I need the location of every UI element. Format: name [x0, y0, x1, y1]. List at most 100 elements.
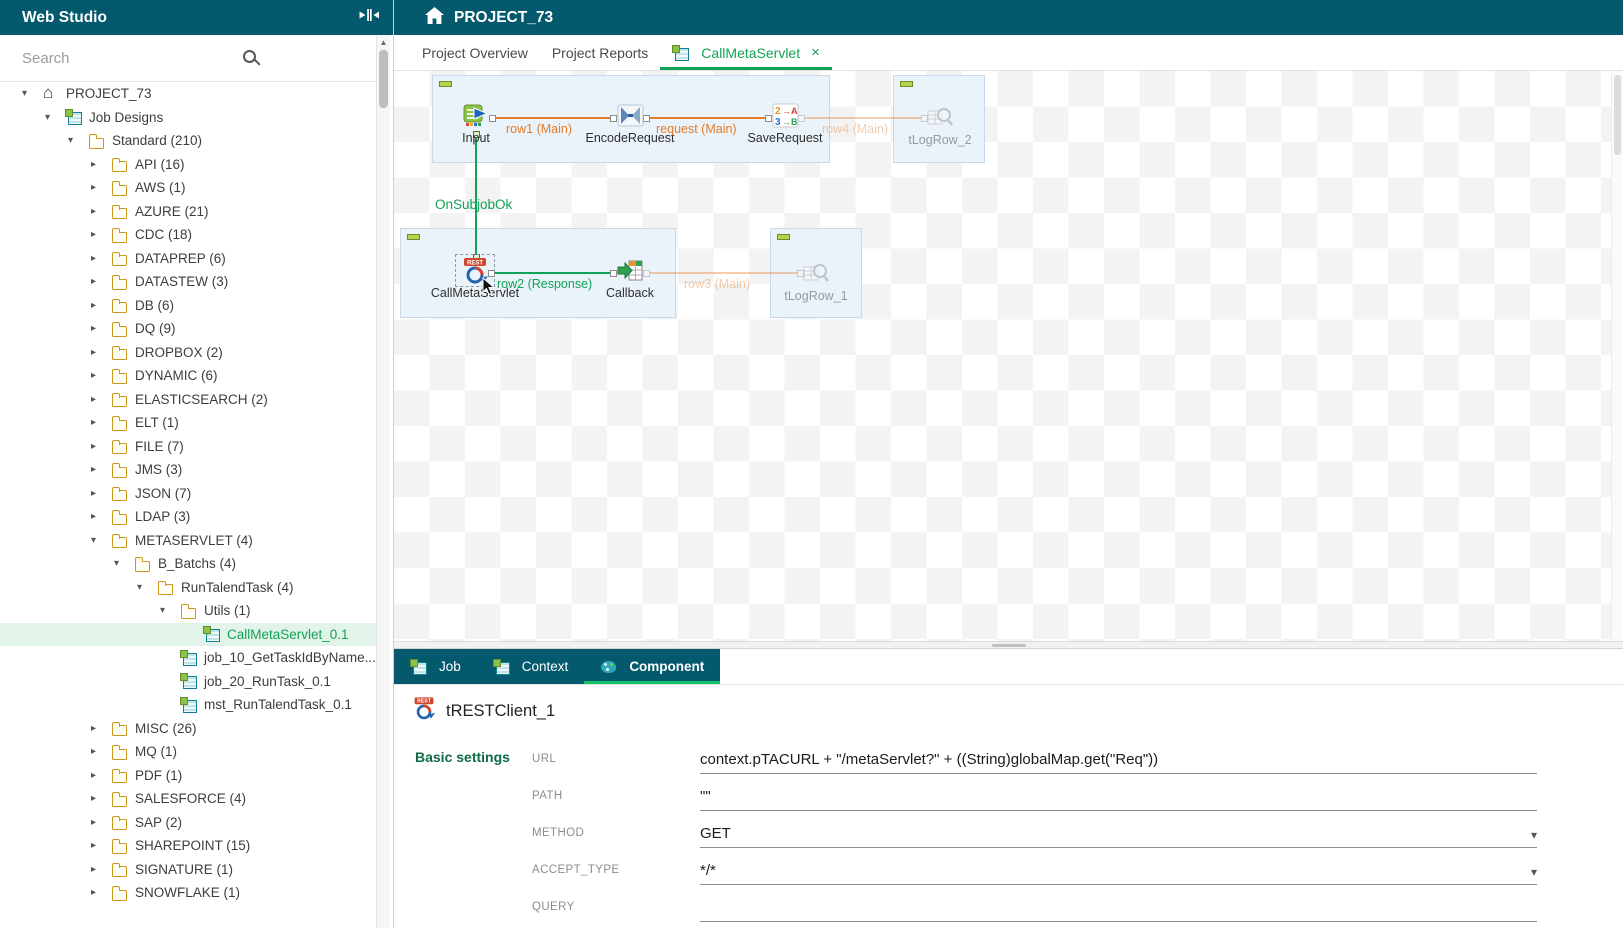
chevron-icon[interactable]: ▸ — [91, 159, 111, 170]
link-label-row3[interactable]: row3 (Main) — [684, 277, 750, 291]
chevron-icon[interactable]: ▾ — [22, 88, 42, 99]
search-icon[interactable] — [243, 50, 256, 63]
chevron-icon[interactable]: ▸ — [91, 347, 111, 358]
subjob-collapse-marker[interactable] — [407, 234, 420, 240]
accept-type-field[interactable]: */* ▾ — [700, 861, 1537, 885]
subjob-collapse-marker[interactable] — [777, 234, 790, 240]
link-label-row1[interactable]: row1 (Main) — [506, 122, 572, 136]
chevron-icon[interactable]: ▸ — [91, 253, 111, 264]
tree-item[interactable]: ▸ AZURE (21) — [0, 200, 376, 224]
chevron-icon[interactable]: ▾ — [114, 558, 134, 569]
chevron-icon[interactable]: ▸ — [91, 182, 111, 193]
dropdown-caret-icon[interactable]: ▾ — [1531, 865, 1537, 879]
chevron-icon[interactable]: ▸ — [91, 394, 111, 405]
chevron-icon[interactable]: ▸ — [91, 817, 111, 828]
tree-item[interactable]: ▸ MISC (26) — [0, 717, 376, 741]
chevron-icon[interactable]: ▸ — [91, 206, 111, 217]
tree-item[interactable]: ▸ API (16) — [0, 153, 376, 177]
chevron-icon[interactable]: ▾ — [137, 582, 157, 593]
tree-item[interactable]: ▾ Standard (210) — [0, 129, 376, 153]
path-field[interactable]: "" ▾ — [700, 787, 1537, 811]
chevron-icon[interactable]: ▸ — [91, 793, 111, 804]
chevron-icon[interactable]: ▸ — [91, 864, 111, 875]
scrollbar-thumb[interactable] — [1614, 75, 1621, 155]
tab-job[interactable]: Job — [394, 649, 477, 684]
home-icon[interactable] — [425, 7, 444, 29]
tree-item[interactable]: ▸ JSON (7) — [0, 482, 376, 506]
tree-item[interactable]: job_20_RunTask_0.1 — [0, 670, 376, 694]
tree-item[interactable]: ▸ DQ (9) — [0, 317, 376, 341]
subjob-collapse-marker[interactable] — [439, 81, 452, 87]
tree-item[interactable]: ▸ MQ (1) — [0, 740, 376, 764]
tree-item[interactable]: ▸ SHAREPOINT (15) — [0, 834, 376, 858]
tree-item[interactable]: ▸ DROPBOX (2) — [0, 341, 376, 365]
chevron-icon[interactable]: ▾ — [91, 535, 111, 546]
tree-item[interactable]: ▸ SIGNATURE (1) — [0, 858, 376, 882]
tree-item[interactable]: ▸ AWS (1) — [0, 176, 376, 200]
link-label-row2[interactable]: row2 (Response) — [497, 277, 592, 291]
chevron-icon[interactable]: ▸ — [91, 417, 111, 428]
tree-item[interactable]: ▾ B_Batchs (4) — [0, 552, 376, 576]
tab-context[interactable]: Context — [477, 649, 585, 684]
scrollbar-thumb[interactable] — [379, 50, 388, 108]
job-design-canvas[interactable]: row1 (Main) request (Main) row4 (Main) r… — [394, 71, 1623, 641]
tree-item[interactable]: ▸ FILE (7) — [0, 435, 376, 459]
tree-item[interactable]: ▾ Job Designs — [0, 106, 376, 130]
url-field[interactable]: context.pTACURL + "/metaServlet?" + ((St… — [700, 750, 1537, 774]
tree-item[interactable]: ▸ CDC (18) — [0, 223, 376, 247]
canvas-scrollbar[interactable] — [1611, 71, 1623, 641]
chevron-icon[interactable]: ▸ — [91, 488, 111, 499]
scroll-up-icon[interactable]: ▲ — [377, 35, 390, 47]
nav-basic-settings[interactable]: Basic settings — [415, 749, 510, 765]
link-onsubjobok[interactable] — [475, 132, 477, 260]
chevron-icon[interactable]: ▸ — [91, 887, 111, 898]
chevron-icon[interactable]: ▸ — [91, 370, 111, 381]
search-input[interactable] — [22, 50, 217, 67]
component-tlogrow2[interactable]: tLogRow_2 — [875, 104, 1005, 147]
tree-item[interactable]: ▸ SALESFORCE (4) — [0, 787, 376, 811]
tree-item[interactable]: ▸ PDF (1) — [0, 764, 376, 788]
chevron-icon[interactable]: ▸ — [91, 323, 111, 334]
tree-item[interactable]: ▾ RunTalendTask (4) — [0, 576, 376, 600]
component-tlogrow1[interactable]: tLogRow_1 — [751, 260, 881, 303]
tree-item[interactable]: ▸ DYNAMIC (6) — [0, 364, 376, 388]
tree-item[interactable]: ▸ DB (6) — [0, 294, 376, 318]
method-field[interactable]: GET ▾ — [700, 824, 1537, 848]
collapse-panel-icon[interactable] — [359, 8, 379, 27]
tree-item[interactable]: ▸ DATAPREP (6) — [0, 247, 376, 271]
tab-project-reports[interactable]: Project Reports — [540, 35, 660, 70]
chevron-icon[interactable]: ▸ — [91, 229, 111, 240]
tree-item[interactable]: ▸ LDAP (3) — [0, 505, 376, 529]
tree-item[interactable]: ▾ PROJECT_73 — [0, 82, 376, 106]
chevron-icon[interactable]: ▾ — [68, 135, 88, 146]
tree-item[interactable]: ▸ SAP (2) — [0, 811, 376, 835]
tree-item[interactable]: ▸ SNOWFLAKE (1) — [0, 881, 376, 905]
chevron-icon[interactable]: ▾ — [45, 112, 65, 123]
link-label-row4[interactable]: row4 (Main) — [822, 122, 888, 136]
tab-component[interactable]: Component — [584, 649, 720, 684]
chevron-icon[interactable]: ▾ — [160, 605, 180, 616]
chevron-icon[interactable]: ▸ — [91, 276, 111, 287]
tree-item[interactable]: ▸ ELT (1) — [0, 411, 376, 435]
tree-item[interactable]: ▸ DATASTEW (3) — [0, 270, 376, 294]
logrow-icon[interactable] — [751, 260, 881, 287]
tab-callmetaservlet[interactable]: CallMetaServlet × — [660, 35, 832, 70]
tree-item[interactable]: job_10_GetTaskIdByName... — [0, 646, 376, 670]
chevron-icon[interactable]: ▸ — [91, 840, 111, 851]
chevron-icon[interactable]: ▸ — [91, 441, 111, 452]
tree-item[interactable]: ▸ ELASTICSEARCH (2) — [0, 388, 376, 412]
tree-item[interactable]: ▾ Utils (1) — [0, 599, 376, 623]
sidebar-scrollbar[interactable]: ▲ — [376, 35, 390, 928]
tab-project-overview[interactable]: Project Overview — [410, 35, 540, 70]
link-label-onsubjobok[interactable]: OnSubjobOk — [435, 197, 512, 212]
chevron-icon[interactable]: ▸ — [91, 770, 111, 781]
tree-item[interactable]: ▸ JMS (3) — [0, 458, 376, 482]
close-tab-icon[interactable]: × — [811, 44, 820, 61]
query-field[interactable]: ▾ — [700, 898, 1537, 922]
chevron-icon[interactable]: ▸ — [91, 300, 111, 311]
chevron-icon[interactable]: ▸ — [91, 511, 111, 522]
dropdown-caret-icon[interactable]: ▾ — [1531, 828, 1537, 842]
chevron-icon[interactable]: ▸ — [91, 464, 111, 475]
resize-grip[interactable] — [992, 644, 1026, 647]
link-label-request[interactable]: request (Main) — [656, 122, 737, 136]
